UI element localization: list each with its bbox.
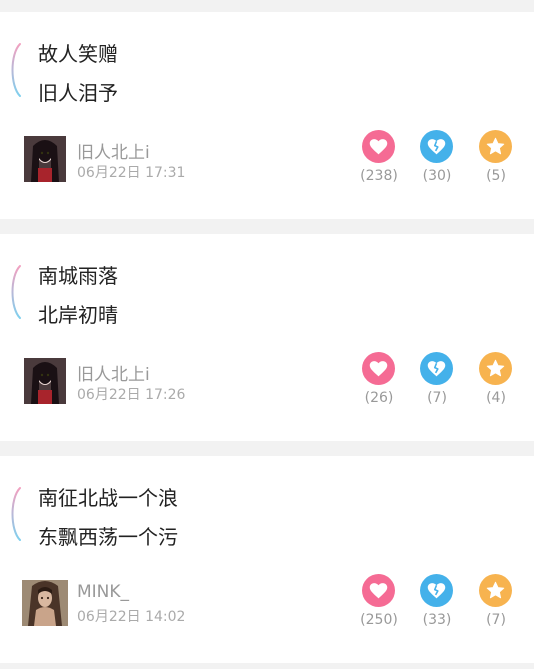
favorite-count: (7)	[486, 612, 506, 628]
favorite-count: (5)	[486, 168, 506, 184]
heart-icon	[362, 352, 395, 385]
post-text-line: 故人笑赠	[38, 42, 118, 66]
heart-icon	[362, 130, 395, 163]
post-text-line: 东飘西荡一个污	[38, 525, 178, 549]
heart-icon	[362, 574, 395, 607]
post-card[interactable]: 南城雨落 北岸初晴 旧人北上i 06月22日 17:26 (26) (7) (4…	[0, 234, 534, 441]
post-time: 06月22日 17:26	[77, 387, 186, 403]
post-text-line: 南城雨落	[38, 264, 118, 288]
broken-heart-button[interactable]: (33)	[412, 574, 462, 634]
like-count: (250)	[360, 612, 398, 628]
post-time: 06月22日 17:31	[77, 165, 186, 181]
star-icon	[479, 352, 512, 385]
broken-heart-count: (7)	[427, 390, 447, 406]
broken-heart-count: (33)	[422, 612, 452, 628]
post-text-line: 南征北战一个浪	[38, 486, 178, 510]
broken-heart-button[interactable]: (30)	[412, 130, 462, 190]
like-count: (238)	[360, 168, 398, 184]
author-name[interactable]: MINK_	[77, 582, 129, 602]
broken-heart-icon	[420, 130, 453, 163]
avatar[interactable]	[22, 580, 68, 626]
like-button[interactable]: (238)	[354, 130, 404, 190]
post-text-line: 北岸初晴	[38, 303, 118, 327]
favorite-button[interactable]: (5)	[471, 130, 521, 190]
post-time: 06月22日 14:02	[77, 609, 186, 625]
broken-heart-button[interactable]: (7)	[412, 352, 462, 412]
star-icon	[479, 130, 512, 163]
quote-bracket	[11, 265, 21, 319]
like-button[interactable]: (26)	[354, 352, 404, 412]
favorite-button[interactable]: (7)	[471, 574, 521, 634]
broken-heart-icon	[420, 352, 453, 385]
quote-bracket	[11, 487, 21, 541]
like-button[interactable]: (250)	[354, 574, 404, 634]
post-text-line: 旧人泪予	[38, 81, 118, 105]
favorite-button[interactable]: (4)	[471, 352, 521, 412]
post-card[interactable]: 故人笑赠 旧人泪予 旧人北上i 06月22日 17:31 (238) (30) …	[0, 12, 534, 219]
star-icon	[479, 574, 512, 607]
favorite-count: (4)	[486, 390, 506, 406]
broken-heart-count: (30)	[422, 168, 452, 184]
broken-heart-icon	[420, 574, 453, 607]
author-name[interactable]: 旧人北上i	[77, 138, 150, 163]
avatar[interactable]	[24, 358, 66, 404]
quote-bracket	[11, 43, 21, 97]
avatar[interactable]	[24, 136, 66, 182]
like-count: (26)	[364, 390, 394, 406]
author-name[interactable]: 旧人北上i	[77, 360, 150, 385]
post-card[interactable]: 南征北战一个浪 东飘西荡一个污 MINK_ 06月22日 14:02 (250)	[0, 456, 534, 663]
